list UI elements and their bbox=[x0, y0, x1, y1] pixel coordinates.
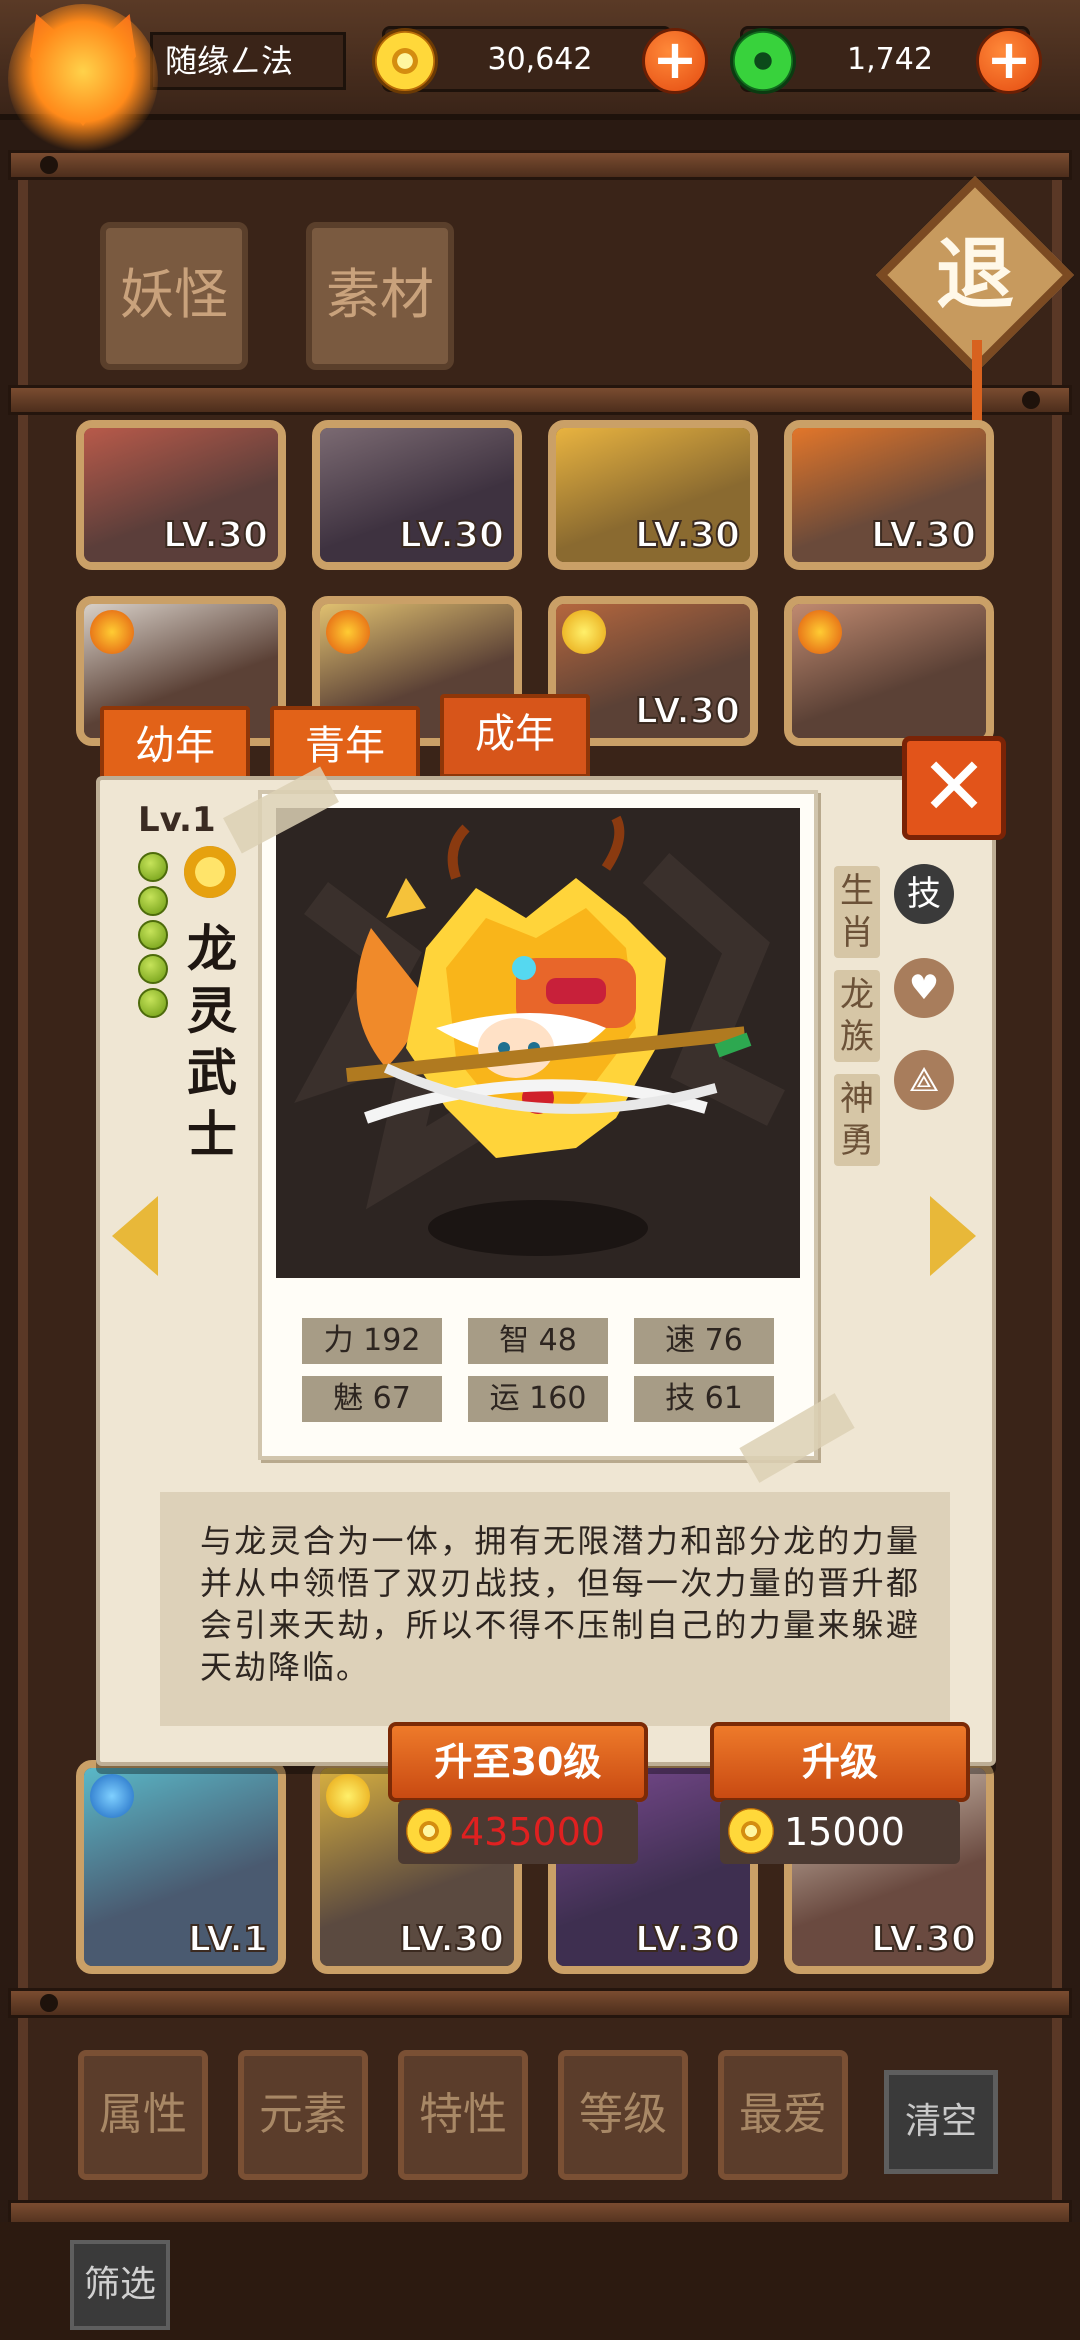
filter-level[interactable]: 等级 bbox=[558, 2050, 688, 2180]
stat-intelligence: 智 48 bbox=[468, 1318, 608, 1364]
upgrade-button[interactable]: 升级 bbox=[710, 1722, 970, 1802]
clear-filter-button[interactable]: 清空 bbox=[884, 2070, 998, 2174]
heart-icon[interactable]: ♥ bbox=[894, 958, 954, 1018]
skill-icon[interactable]: 技 bbox=[894, 864, 954, 924]
monster-card[interactable]: LV.30 bbox=[784, 420, 994, 570]
close-button[interactable]: ✕ bbox=[902, 736, 1006, 840]
dragon-warrior-illustration bbox=[294, 815, 785, 1256]
monster-level: Lv.1 bbox=[138, 800, 216, 840]
gold-coin-icon bbox=[728, 1808, 774, 1854]
filter-element[interactable]: 元素 bbox=[238, 2050, 368, 2180]
shelf-beam-top bbox=[8, 150, 1072, 180]
sun-element-icon bbox=[326, 1774, 370, 1818]
shelf-beam-upper bbox=[8, 385, 1072, 415]
fire-element-icon bbox=[90, 610, 134, 654]
sun-element-icon bbox=[184, 846, 236, 898]
monster-card[interactable] bbox=[784, 596, 994, 746]
tab-material[interactable]: 素材 bbox=[306, 222, 454, 370]
previous-arrow-icon[interactable] bbox=[112, 1196, 158, 1276]
stat-value: 192 bbox=[363, 1323, 421, 1358]
beam-pin bbox=[1022, 391, 1040, 409]
tab-child[interactable]: 幼年 bbox=[100, 706, 250, 780]
trait-tag: 生肖 bbox=[834, 866, 880, 958]
jade-amount: 1,742 bbox=[847, 42, 933, 77]
stat-label: 运 bbox=[489, 1381, 520, 1416]
card-level: LV.1 bbox=[187, 1918, 269, 1961]
fire-element-icon bbox=[798, 610, 842, 654]
player-name: 随缘ㄥ法 bbox=[150, 32, 346, 90]
card-level: LV.30 bbox=[634, 690, 741, 733]
card-level: LV.30 bbox=[870, 1918, 977, 1961]
sun-element-icon bbox=[562, 610, 606, 654]
shelf-beam-lower bbox=[8, 1988, 1072, 2018]
share-icon[interactable]: ⟁ bbox=[894, 1050, 954, 1110]
water-element-icon bbox=[90, 1774, 134, 1818]
jade-coin-icon bbox=[730, 28, 796, 94]
upgrade-cost: 15000 bbox=[784, 1810, 905, 1854]
upgrade-to-30-cost: 435000 bbox=[460, 1810, 606, 1854]
beam-pin bbox=[40, 1994, 58, 2012]
monster-description: 与龙灵合为一体，拥有无限潜力和部分龙的力量并从中领悟了双刃战技，但每一次力量的晋… bbox=[200, 1522, 920, 1686]
star-bead-icon bbox=[138, 920, 168, 950]
upgrade-to-30-button[interactable]: 升至30级 bbox=[388, 1722, 648, 1802]
tab-youth[interactable]: 青年 bbox=[270, 706, 420, 780]
gold-coin-icon bbox=[372, 28, 438, 94]
monster-card[interactable]: LV.30 bbox=[312, 420, 522, 570]
stat-label: 速 bbox=[665, 1323, 696, 1358]
filter-attribute[interactable]: 属性 bbox=[78, 2050, 208, 2180]
card-level: LV.30 bbox=[398, 1918, 505, 1961]
stat-value: 48 bbox=[538, 1323, 577, 1358]
fire-element-icon bbox=[326, 610, 370, 654]
stat-skill: 技 61 bbox=[634, 1376, 774, 1422]
star-bead-icon bbox=[138, 954, 168, 984]
player-avatar[interactable] bbox=[8, 4, 158, 154]
card-level: LV.30 bbox=[634, 514, 741, 557]
stat-label: 魅 bbox=[333, 1381, 364, 1416]
stat-speed: 速 76 bbox=[634, 1318, 774, 1364]
add-gold-button[interactable]: + bbox=[642, 28, 708, 94]
monster-artwork bbox=[276, 808, 800, 1278]
trait-tag: 神勇 bbox=[834, 1074, 880, 1166]
beam-pin bbox=[40, 156, 58, 174]
add-jade-button[interactable]: + bbox=[976, 28, 1042, 94]
star-bead-icon bbox=[138, 886, 168, 916]
retreat-label: 退 bbox=[935, 230, 1014, 320]
filter-button[interactable]: 筛选 bbox=[70, 2240, 170, 2330]
monster-card[interactable]: LV.30 bbox=[548, 420, 758, 570]
monster-card[interactable]: LV.1 bbox=[76, 1760, 286, 1974]
filter-favorite[interactable]: 最爱 bbox=[718, 2050, 848, 2180]
monster-card[interactable]: LV.30 bbox=[76, 420, 286, 570]
gold-coin-icon bbox=[406, 1808, 452, 1854]
next-arrow-icon[interactable] bbox=[930, 1196, 976, 1276]
stat-strength: 力 192 bbox=[302, 1318, 442, 1364]
trait-tag: 龙族 bbox=[834, 970, 880, 1062]
card-level: LV.30 bbox=[162, 514, 269, 557]
card-level: LV.30 bbox=[870, 514, 977, 557]
stat-value: 61 bbox=[704, 1381, 743, 1416]
stat-value: 76 bbox=[704, 1323, 743, 1358]
star-bead-icon bbox=[138, 852, 168, 882]
stat-value: 67 bbox=[372, 1381, 411, 1416]
stat-label: 智 bbox=[499, 1323, 530, 1358]
stat-luck: 运 160 bbox=[468, 1376, 608, 1422]
card-level: LV.30 bbox=[398, 514, 505, 557]
monster-name: 龙灵武士 bbox=[187, 920, 237, 1164]
card-level: LV.30 bbox=[634, 1918, 741, 1961]
stat-value: 160 bbox=[529, 1381, 587, 1416]
gold-amount: 30,642 bbox=[487, 42, 593, 77]
tab-yokai[interactable]: 妖怪 bbox=[100, 222, 248, 370]
filter-trait[interactable]: 特性 bbox=[398, 2050, 528, 2180]
stat-label: 技 bbox=[665, 1381, 696, 1416]
stat-label: 力 bbox=[323, 1323, 354, 1358]
tab-adult[interactable]: 成年 bbox=[440, 694, 590, 778]
star-bead-icon bbox=[138, 988, 168, 1018]
stat-charm: 魅 67 bbox=[302, 1376, 442, 1422]
